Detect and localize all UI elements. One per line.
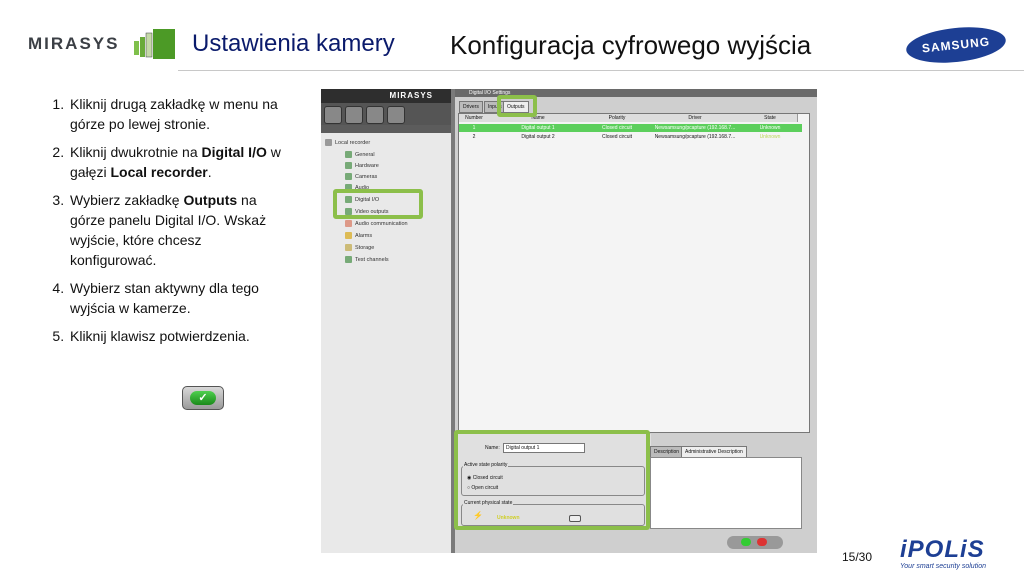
step-5: Kliknij klawisz potwierdzenia.: [68, 326, 286, 346]
table-cell: Newsamsung/pcapture (192.168.7...: [654, 134, 736, 140]
toolbar-icon[interactable]: [324, 106, 342, 124]
table-row[interactable]: 1 Digital output 1 Closed circuit Newsam…: [459, 124, 802, 132]
slide-subtitle: Konfiguracja cyfrowego wyjścia: [450, 30, 812, 60]
general-icon: [345, 151, 352, 158]
toolbar-icon[interactable]: [387, 106, 405, 124]
tree-item-general[interactable]: General: [345, 151, 375, 158]
column-header[interactable]: Polarity: [587, 114, 648, 122]
highlight-outputs-tab: [497, 95, 537, 117]
ipolis-logo: iPOLiS: [900, 536, 985, 563]
app-header: MIRASYS: [321, 89, 451, 103]
description-textarea[interactable]: [650, 457, 802, 529]
header-divider: [178, 70, 1024, 71]
column-header[interactable]: Number: [459, 114, 490, 122]
instruction-steps: Kliknij drugą zakładkę w menu na górze p…: [38, 94, 286, 354]
table-cell: Unknown: [759, 125, 781, 131]
tree-item-cameras[interactable]: Cameras: [345, 173, 377, 180]
icon-toolbar: [321, 103, 451, 125]
tree-item-alarms[interactable]: Alarms: [345, 232, 372, 239]
tree-item-storage[interactable]: Storage: [345, 244, 374, 251]
table-row[interactable]: 2 Digital output 2 Closed circuit Newsam…: [459, 133, 802, 141]
cancel-button[interactable]: [757, 538, 767, 546]
table-cell: Digital output 2: [521, 134, 555, 140]
step-2: Kliknij dwukrotnie na Digital I/O w gałę…: [68, 142, 286, 182]
step-3: Wybierz zakładkę Outputs na górze panelu…: [68, 190, 286, 270]
recorder-icon: [325, 139, 332, 146]
left-panel: MIRASYS Local recorder General Hardware …: [321, 89, 451, 553]
camera-icon: [345, 173, 352, 180]
step-4: Wybierz stan aktywny dla tego wyjścia w …: [68, 278, 286, 318]
toolbar-icon[interactable]: [366, 106, 384, 124]
ipolis-tagline: Your smart security solution: [900, 563, 986, 570]
settings-tab-icon[interactable]: [345, 106, 363, 124]
confirm-button[interactable]: ✓: [182, 386, 224, 410]
alarm-icon: [345, 232, 352, 239]
samsung-logo: SAMSUNG: [904, 22, 1008, 68]
highlight-output-form: [454, 430, 650, 530]
hardware-icon: [345, 162, 352, 169]
tree-root-local-recorder[interactable]: Local recorder: [325, 139, 370, 146]
table-cell: 2: [472, 134, 476, 140]
outputs-table: Number Name Polarity Driver State 1 Digi…: [458, 113, 810, 433]
tab-drivers[interactable]: Drivers: [459, 101, 483, 113]
app-screenshot: MIRASYS Local recorder General Hardware …: [321, 89, 817, 553]
table-cell: 1: [472, 125, 476, 131]
check-icon: ✓: [190, 391, 216, 405]
mirasys-logo: MIRASYS: [28, 34, 120, 53]
ok-button[interactable]: [741, 538, 751, 546]
tree-item-audio-communication[interactable]: Audio communication: [345, 220, 408, 227]
table-cell: Closed circuit: [601, 134, 632, 140]
table-cell: Digital output 1: [521, 125, 555, 131]
mirasys-logo-mark: [134, 27, 176, 61]
storage-icon: [345, 244, 352, 251]
dialog-buttons: [727, 536, 783, 549]
test-channel-icon: [345, 256, 352, 263]
page-number: 15/30: [842, 550, 873, 564]
table-cell: Unknown: [759, 134, 781, 140]
column-header[interactable]: Driver: [647, 114, 744, 122]
table-cell: Closed circuit: [601, 125, 632, 131]
table-cell: Newsamsung/pcapture (192.168.7...: [654, 125, 736, 131]
highlight-digital-io: [333, 189, 423, 219]
step-1: Kliknij drugą zakładkę w menu na górze p…: [68, 94, 286, 134]
column-header[interactable]: State: [743, 114, 798, 122]
tree-item-hardware[interactable]: Hardware: [345, 162, 379, 169]
audio-communication-icon: [345, 220, 352, 227]
tree-item-test-channels[interactable]: Test channels: [345, 256, 389, 263]
slide-title: Ustawienia kamery: [192, 30, 395, 57]
